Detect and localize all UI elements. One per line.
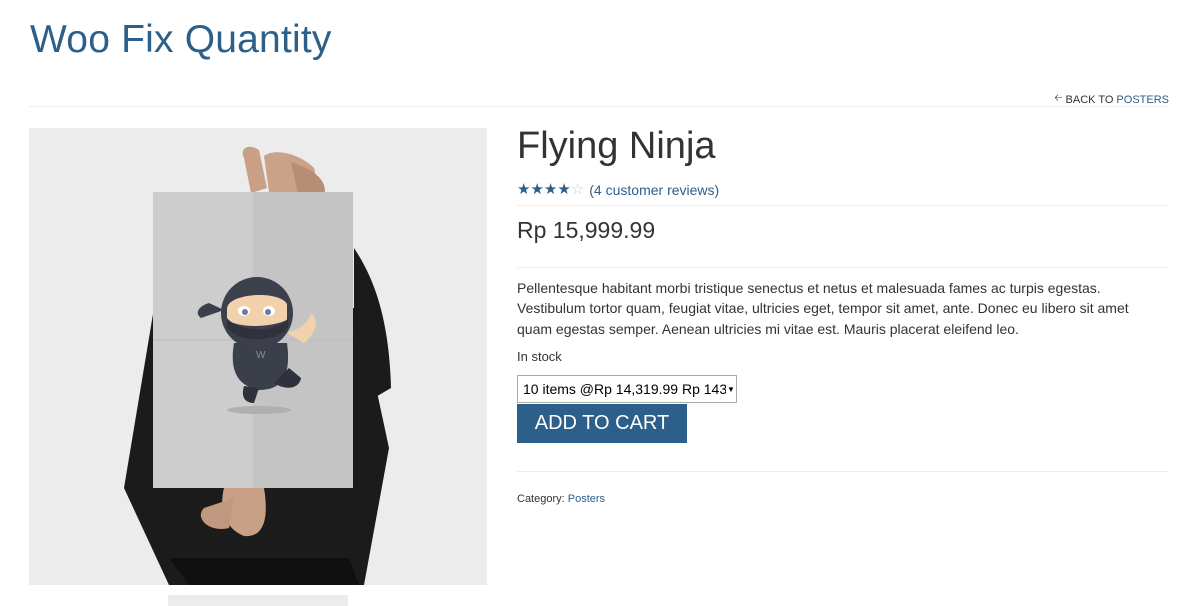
product-meta: Category: Posters: [517, 493, 1168, 505]
stock-status: In stock: [517, 349, 562, 365]
quantity-select-value: 10 items @Rp 14,319.99 Rp 143,199.90: [523, 381, 737, 398]
star-filled-icon: ★: [543, 181, 558, 199]
product-image[interactable]: W: [29, 128, 487, 585]
customer-reviews-link[interactable]: (4 customer reviews): [589, 182, 719, 198]
rating-row: ★ ★ ★ ★ ☆ (4 customer reviews): [517, 180, 1168, 200]
star-filled-icon: ★: [530, 181, 544, 199]
category-label: Category:: [517, 493, 565, 506]
site-title[interactable]: Woo Fix Quantity: [30, 18, 332, 62]
quantity-select[interactable]: 10 items @Rp 14,319.99 Rp 143,199.90 ▼: [517, 375, 737, 404]
divider: [517, 266, 1168, 268]
chevron-down-icon: ▼: [726, 376, 736, 403]
poster-ninja-illustration: W: [29, 128, 487, 585]
posters-link[interactable]: POSTERS: [1116, 94, 1169, 106]
product-thumbnail[interactable]: [168, 595, 348, 606]
back-label: BACK TO: [1065, 93, 1114, 106]
product-title: Flying Ninja: [517, 125, 716, 167]
svg-text:W: W: [256, 350, 266, 361]
star-filled-icon: ★: [557, 181, 571, 199]
product-summary: Flying Ninja ★ ★ ★ ★ ☆ (4 customer revie…: [517, 125, 1168, 505]
product-price: Rp 15,999.99: [517, 216, 656, 243]
star-empty-icon: ☆: [570, 181, 585, 199]
product-description: Pellentesque habitant morbi tristique se…: [517, 279, 1129, 337]
header-divider: [29, 106, 1169, 107]
divider: [517, 204, 1168, 206]
category-link-posters[interactable]: Posters: [568, 493, 605, 505]
star-rating: ★ ★ ★ ★ ☆: [517, 182, 584, 197]
star-filled-icon: ★: [517, 181, 531, 199]
add-to-cart-button[interactable]: ADD TO CART: [517, 404, 687, 444]
divider: [517, 471, 1168, 473]
